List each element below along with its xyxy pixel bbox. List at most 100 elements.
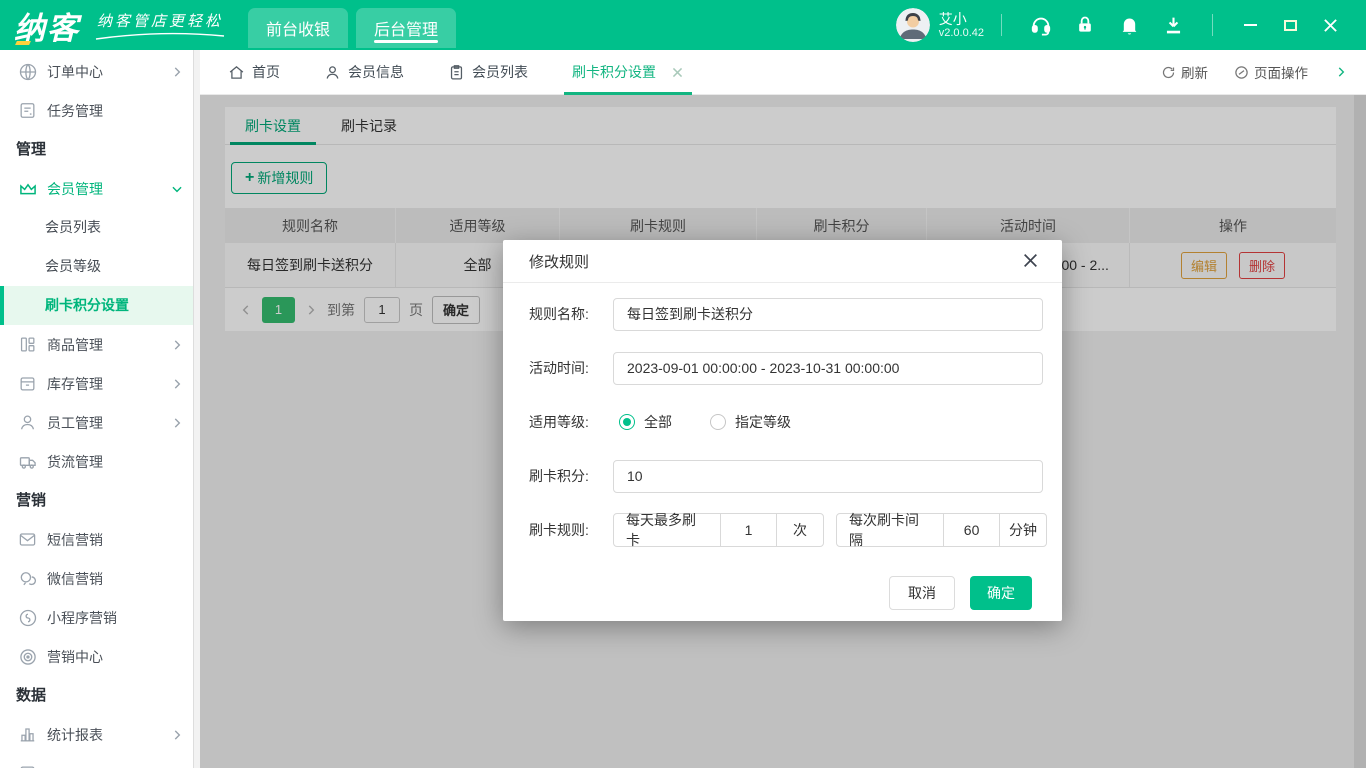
app-version: v2.0.0.42 xyxy=(939,27,984,40)
tab-label: 会员信息 xyxy=(348,62,404,82)
lock-icon[interactable] xyxy=(1074,14,1096,36)
tab-card-points-setting[interactable]: 刷卡积分设置 xyxy=(572,50,684,95)
headset-icon[interactable] xyxy=(1030,14,1052,36)
sidebar-item-label: 订单中心 xyxy=(47,62,103,82)
app-window: 纳客 纳客管店更轻松 前台收银 后台管理 艾小 v2.0.0.42 xyxy=(0,0,1366,768)
avatar[interactable] xyxy=(896,8,930,42)
activity-time-input[interactable] xyxy=(613,352,1043,385)
form-row-activity-time: 活动时间: xyxy=(529,351,1047,385)
max-swipes-group: 每天最多刷卡 次 xyxy=(613,513,824,547)
sidebar-item-label: 营销中心 xyxy=(47,647,103,667)
tab-member-list[interactable]: 会员列表 xyxy=(448,50,528,95)
card-points-input[interactable] xyxy=(613,460,1043,493)
chevron-down-icon xyxy=(170,182,184,196)
sidebar-item-goods-manage[interactable]: 商品管理 xyxy=(0,325,200,364)
rule-name-input[interactable] xyxy=(613,298,1043,331)
refresh-label: 刷新 xyxy=(1181,62,1208,82)
sidebar-item-label: 短信营销 xyxy=(47,530,103,550)
confirm-button[interactable]: 确定 xyxy=(970,576,1032,610)
page-tabbar: 首页 会员信息 会员列表 刷卡积分设置 刷新 页面操作 xyxy=(200,50,1366,95)
target-icon xyxy=(18,647,38,667)
logo-text: 纳客 xyxy=(14,3,80,48)
header-nav: 前台收银 后台管理 xyxy=(248,0,456,50)
edit-rule-modal: 修改规则 规则名称: 活动时间: 适用等级: 全部 xyxy=(503,240,1062,621)
close-icon[interactable] xyxy=(1022,252,1040,270)
chevron-right-icon xyxy=(170,65,184,79)
max-swipes-unit: 次 xyxy=(776,513,824,547)
header-divider xyxy=(1212,14,1213,36)
sidebar-item-partial[interactable] xyxy=(0,754,200,768)
form-row-card-rule: 刷卡规则: 每天最多刷卡 次 每次刷卡间隔 分钟 xyxy=(529,513,1047,547)
tab-label: 刷卡积分设置 xyxy=(572,62,656,82)
swipe-interval-prefix: 每次刷卡间隔 xyxy=(836,513,944,547)
sidebar-item-card-points-setting[interactable]: 刷卡积分设置 xyxy=(0,286,200,325)
nav-backend-manage-label: 后台管理 xyxy=(374,16,438,40)
sidebar-item-label: 任务管理 xyxy=(47,101,103,121)
sidebar-item-label: 统计报表 xyxy=(47,725,103,745)
radio-unselected-icon xyxy=(710,414,726,430)
sidebar-scrollbar[interactable] xyxy=(193,50,200,768)
nav-front-cashier[interactable]: 前台收银 xyxy=(248,8,348,48)
sidebar-item-order-center[interactable]: 订单中心 xyxy=(0,52,200,91)
window-close-button[interactable] xyxy=(1320,15,1340,35)
page-operations-label: 页面操作 xyxy=(1254,62,1308,82)
envelope-icon xyxy=(18,530,38,550)
sidebar-item-label: 员工管理 xyxy=(47,413,103,433)
radio-all-levels[interactable]: 全部 xyxy=(619,412,672,432)
sidebar-item-wechat-marketing[interactable]: 微信营销 xyxy=(0,559,200,598)
sidebar-item-task-manage[interactable]: 任务管理 xyxy=(0,91,200,130)
tab-member-info[interactable]: 会员信息 xyxy=(324,50,404,95)
sidebar-item-sms-marketing[interactable]: 短信营销 xyxy=(0,520,200,559)
tasks-icon xyxy=(18,101,38,121)
sidebar-item-member-manage[interactable]: 会员管理 xyxy=(0,169,200,208)
chevron-right-icon xyxy=(170,338,184,352)
download-icon[interactable] xyxy=(1162,14,1184,36)
miniprogram-icon xyxy=(18,608,38,628)
truck-icon xyxy=(18,452,38,472)
window-maximize-button[interactable] xyxy=(1280,15,1300,35)
sidebar-item-statistics-report[interactable]: 统计报表 xyxy=(0,715,200,754)
wechat-icon xyxy=(18,569,38,589)
sidebar-item-member-list[interactable]: 会员列表 xyxy=(0,208,200,247)
modal-footer: 取消 确定 xyxy=(529,576,1047,610)
main-content: 刷卡设置 刷卡记录 + 新增规则 规则名称 适用等级 刷卡规则 刷卡积分 活动时… xyxy=(200,95,1366,768)
logo-tagline: 纳客管店更轻松 xyxy=(94,10,226,40)
card-points-label: 刷卡积分: xyxy=(529,466,613,486)
square-icon xyxy=(18,764,38,768)
sidebar-item-marketing-center[interactable]: 营销中心 xyxy=(0,637,200,676)
radio-specified-levels[interactable]: 指定等级 xyxy=(710,412,791,432)
person-icon xyxy=(324,64,341,81)
sidebar-section-marketing: 营销 xyxy=(0,481,200,520)
refresh-action[interactable]: 刷新 xyxy=(1161,62,1208,82)
app-logo: 纳客 纳客管店更轻松 xyxy=(14,3,226,48)
chevron-right-icon[interactable] xyxy=(1334,65,1348,79)
bell-icon[interactable] xyxy=(1118,14,1140,36)
cancel-button[interactable]: 取消 xyxy=(889,576,955,610)
window-minimize-button[interactable] xyxy=(1240,15,1260,35)
clock-icon xyxy=(1234,65,1249,80)
sidebar-item-member-level[interactable]: 会员等级 xyxy=(0,247,200,286)
max-swipes-input[interactable] xyxy=(720,513,777,547)
app-header: 纳客 纳客管店更轻松 前台收银 后台管理 艾小 v2.0.0.42 xyxy=(0,0,1366,50)
bar-chart-icon xyxy=(18,725,38,745)
home-icon xyxy=(228,64,245,81)
nav-backend-manage[interactable]: 后台管理 xyxy=(356,8,456,48)
tagline-text: 纳客管店更轻松 xyxy=(97,10,223,31)
form-row-rule-name: 规则名称: xyxy=(529,297,1047,331)
globe-icon xyxy=(18,62,38,82)
page-operations-action[interactable]: 页面操作 xyxy=(1234,62,1308,82)
sidebar-item-label: 会员管理 xyxy=(47,179,103,199)
rule-name-label: 规则名称: xyxy=(529,304,613,324)
close-tab-icon[interactable] xyxy=(671,66,684,79)
nav-front-cashier-label: 前台收银 xyxy=(266,16,330,40)
tab-label: 首页 xyxy=(252,62,280,82)
sidebar-item-label: 小程序营销 xyxy=(47,608,117,628)
crown-icon xyxy=(18,179,38,199)
apply-level-label: 适用等级: xyxy=(529,412,613,432)
sidebar-item-inventory-manage[interactable]: 库存管理 xyxy=(0,364,200,403)
swipe-interval-input[interactable] xyxy=(943,513,1000,547)
tab-home[interactable]: 首页 xyxy=(228,50,280,95)
sidebar-item-staff-manage[interactable]: 员工管理 xyxy=(0,403,200,442)
sidebar-item-logistics-manage[interactable]: 货流管理 xyxy=(0,442,200,481)
sidebar-item-miniprogram-marketing[interactable]: 小程序营销 xyxy=(0,598,200,637)
